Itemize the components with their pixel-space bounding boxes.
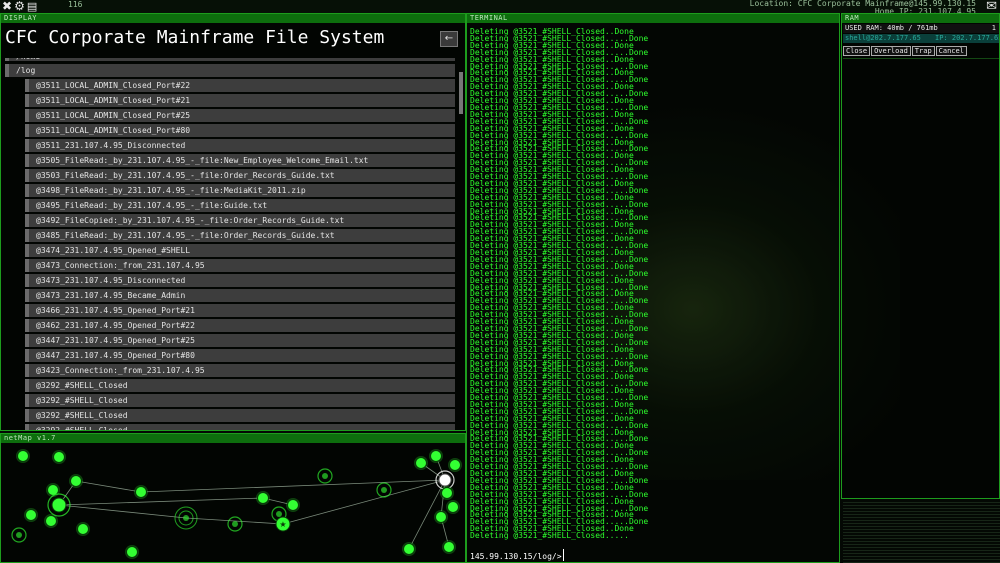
counter: 116 xyxy=(68,0,83,9)
log-file-item[interactable]: @3511_LOCAL_ADMIN_Closed_Port#25 xyxy=(25,109,455,122)
netmap-panel: netMap v1.7 ★ xyxy=(0,433,466,563)
log-file-item[interactable]: @3485_FileRead:_by_231.107.4.95_-_file:O… xyxy=(25,229,455,242)
ram-usage-label: USED RAM: 40mb / 761mb xyxy=(845,24,938,32)
ram-process-name: shell@202.7.177.65 xyxy=(845,34,921,42)
ram-process-count: 1 xyxy=(991,24,996,32)
log-file-item[interactable]: @3511_LOCAL_ADMIN_Closed_Port#80 xyxy=(25,124,455,137)
log-file-item[interactable]: @3495_FileRead:_by_231.107.4.95_-_file:G… xyxy=(25,199,455,212)
top-bar: ✖ ⚙ ▤ 116 Location: CFC Corporate Mainfr… xyxy=(0,0,1000,16)
netmap-node[interactable] xyxy=(134,485,148,499)
ram-cancel-button[interactable]: Cancel xyxy=(935,46,967,56)
netmap-node[interactable] xyxy=(446,500,460,514)
display-header: DISPLAY xyxy=(1,14,465,23)
log-file-item[interactable]: @3511_231.107.4.95_Disconnected xyxy=(25,139,455,152)
netmap-graph: ★ xyxy=(11,449,462,559)
log-file-item[interactable]: @3462_231.107.4.95_Opened_Port#22 xyxy=(25,319,455,332)
log-file-item[interactable]: @3492_FileCopied:_by_231.107.4.95_-_file… xyxy=(25,214,455,227)
netmap-node[interactable] xyxy=(286,498,300,512)
folder-home[interactable]: /home xyxy=(5,58,455,61)
netmap-node[interactable] xyxy=(440,486,454,500)
scrollbar-thumb[interactable] xyxy=(459,72,463,114)
ram-header: RAM xyxy=(842,14,999,23)
netmap-node[interactable] xyxy=(24,508,38,522)
log-file-item[interactable]: @3292_#SHELL_Closed xyxy=(25,424,455,430)
netmap-link xyxy=(58,497,264,506)
file-list[interactable]: /home/log @3511_LOCAL_ADMIN_Closed_Port#2… xyxy=(5,58,457,430)
log-file-item[interactable]: @3503_FileRead:_by_231.107.4.95_-_file:O… xyxy=(25,169,455,182)
ram-buttons: Close Overload Trap Cancel xyxy=(843,46,967,56)
netmap-node[interactable] xyxy=(76,522,90,536)
terminal-cursor xyxy=(563,549,564,561)
ram-process[interactable]: shell@202.7.177.65 IP: 202.7.177.65 xyxy=(843,34,999,43)
netmap-node[interactable] xyxy=(69,474,83,488)
log-file-item[interactable]: @3473_231.107.4.95_Disconnected xyxy=(25,274,455,287)
folder-log[interactable]: /log xyxy=(5,64,455,77)
save-icon[interactable]: ▤ xyxy=(27,0,37,13)
netmap-node[interactable] xyxy=(16,449,30,463)
ram-trap-button[interactable]: Trap xyxy=(911,46,935,56)
netmap-node[interactable] xyxy=(376,482,392,498)
netmap-node[interactable]: ★ xyxy=(275,516,291,532)
ram-process-ip: IP: 202.7.177.65 xyxy=(935,34,999,42)
ram-usage: USED RAM: 40mb / 761mb 1 xyxy=(843,24,999,33)
top-icons: ✖ ⚙ ▤ xyxy=(2,0,37,13)
netmap-link xyxy=(58,504,187,519)
log-file-item[interactable]: @3423_Connection:_from_231.107.4.95 xyxy=(25,364,455,377)
back-button[interactable]: ← xyxy=(440,31,458,47)
netmap-link xyxy=(282,479,446,525)
close-icon[interactable]: ✖ xyxy=(2,0,12,13)
netmap-node[interactable] xyxy=(402,542,416,556)
log-file-item[interactable]: @3498_FileRead:_by_231.107.4.95_-_file:M… xyxy=(25,184,455,197)
svg-text:★: ★ xyxy=(279,520,286,529)
terminal-header: TERMINAL xyxy=(467,14,839,23)
log-file-item[interactable]: @3447_231.107.4.95_Opened_Port#80 xyxy=(25,349,455,362)
netmap-node[interactable] xyxy=(227,516,243,532)
netmap-node[interactable] xyxy=(317,468,333,484)
ram-overload-button[interactable]: Overload xyxy=(871,46,911,56)
netmap-header: netMap v1.7 xyxy=(1,434,465,443)
netmap-node[interactable] xyxy=(11,527,27,543)
netmap-node[interactable] xyxy=(414,456,428,470)
terminal-panel: TERMINAL Deleting @3521_#SHELL_Closed..D… xyxy=(466,13,840,563)
gear-icon[interactable]: ⚙ xyxy=(14,0,25,13)
log-file-item[interactable]: @3292_#SHELL_Closed xyxy=(25,409,455,422)
ram-close-button[interactable]: Close xyxy=(843,46,871,56)
page-title: CFC Corporate Mainframe File System xyxy=(5,27,385,48)
log-file-item[interactable]: @3292_#SHELL_Closed xyxy=(25,379,455,392)
netmap-node[interactable] xyxy=(434,510,448,524)
decorative-noise xyxy=(843,500,1000,563)
log-file-item[interactable]: @3511_LOCAL_ADMIN_Closed_Port#22 xyxy=(25,79,455,92)
netmap-node[interactable] xyxy=(429,449,443,463)
netmap-node[interactable] xyxy=(442,540,456,554)
netmap-node[interactable] xyxy=(52,450,66,464)
netmap-node[interactable] xyxy=(125,545,139,559)
log-file-item[interactable]: @3473_Connection:_from_231.107.4.95 xyxy=(25,259,455,272)
netmap-node[interactable] xyxy=(448,458,462,472)
ram-empty-area xyxy=(843,58,999,499)
netmap-node[interactable] xyxy=(44,514,58,528)
log-file-item[interactable]: @3466_231.107.4.95_Opened_Port#21 xyxy=(25,304,455,317)
netmap-link xyxy=(140,479,446,493)
log-file-item[interactable]: @3473_231.107.4.95_Became_Admin xyxy=(25,289,455,302)
terminal-prompt[interactable]: 145.99.130.15/log/> xyxy=(470,552,562,561)
netmap-node[interactable] xyxy=(46,483,60,497)
terminal-line: Deleting @3521_#SHELL_Closed..... xyxy=(470,531,629,541)
ram-panel: RAM USED RAM: 40mb / 761mb 1 shell@202.7… xyxy=(841,13,1000,499)
log-file-item[interactable]: @3505_FileRead:_by_231.107.4.95_-_file:N… xyxy=(25,154,455,167)
log-file-item[interactable]: @3511_LOCAL_ADMIN_Closed_Port#21 xyxy=(25,94,455,107)
netmap-link xyxy=(75,480,142,493)
log-file-item[interactable]: @3447_231.107.4.95_Opened_Port#25 xyxy=(25,334,455,347)
log-file-item[interactable]: @3292_#SHELL_Closed xyxy=(25,394,455,407)
display-panel: DISPLAY CFC Corporate Mainframe File Sys… xyxy=(0,13,466,431)
mail-icon[interactable]: ✉ xyxy=(986,0,997,13)
netmap-node[interactable] xyxy=(174,506,198,530)
netmap-node[interactable] xyxy=(256,491,270,505)
log-file-item[interactable]: @3474_231.107.4.95_Opened_#SHELL xyxy=(25,244,455,257)
terminal-output: Deleting @3521_#SHELL_Closed..Done Deleti… xyxy=(470,28,830,541)
